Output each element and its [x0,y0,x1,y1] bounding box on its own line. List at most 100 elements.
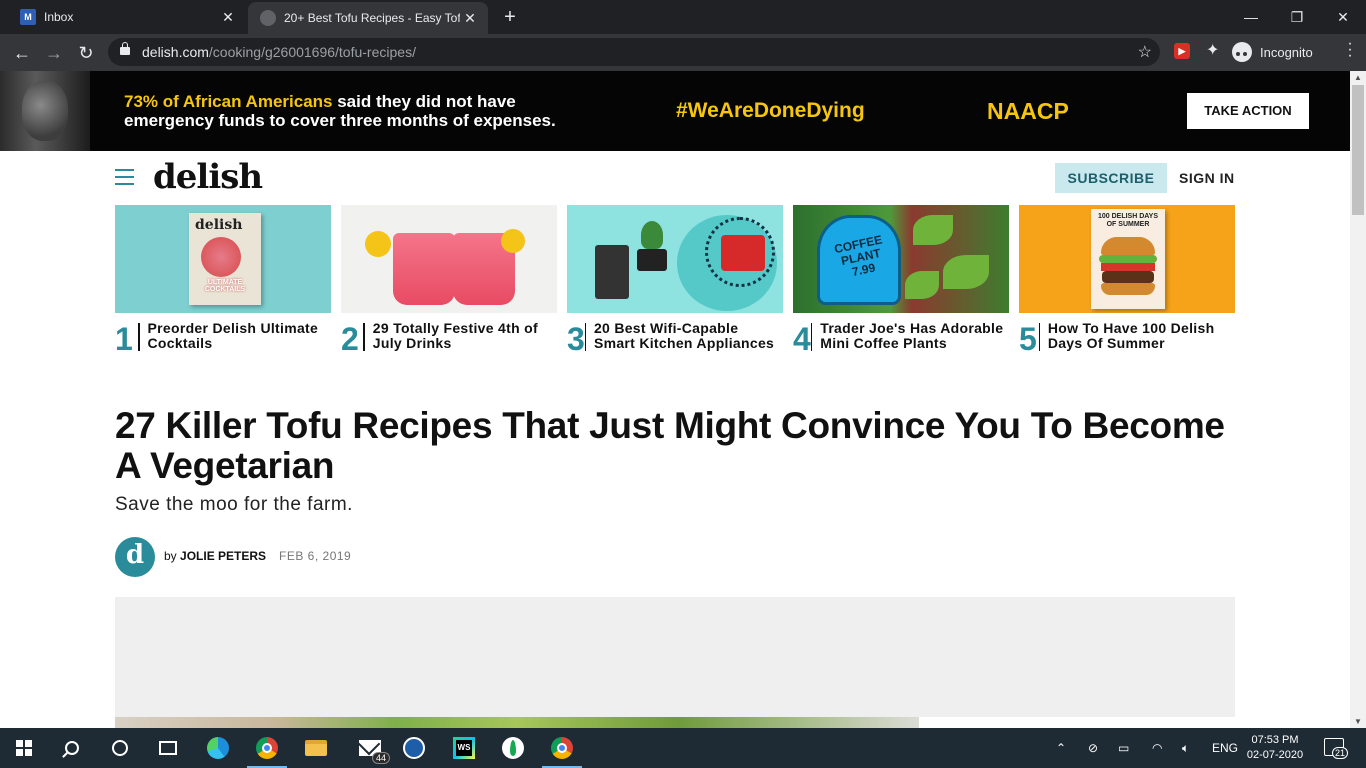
webstorm-button[interactable] [440,728,488,768]
windows-logo-icon [16,740,32,756]
forward-button[interactable]: → [40,39,68,67]
smart-appliances-image[interactable] [567,205,783,313]
clock-time: 07:53 PM [1251,734,1299,746]
webstorm-icon [453,737,475,759]
tab-strip: M Inbox ✕ 20+ Best Tofu Recipes - Easy T… [0,0,1366,34]
byline: by JOLIE PETERS [164,549,267,563]
article-dek: Save the moo for the farm. [115,494,353,515]
battery-icon[interactable]: ▭ [1118,728,1129,768]
ad-hashtag: #WeAreDoneDying [676,99,865,122]
trending-number: 1 [115,321,133,357]
network-error-icon[interactable]: ⊘ [1088,728,1098,768]
tab-inbox[interactable]: M Inbox ✕ [8,0,246,34]
notification-count: 21 [1332,747,1349,759]
mail-badge: 44 [371,752,390,764]
trending-number: 4 [793,321,811,357]
sign-in-link[interactable]: SIGN IN [1179,163,1235,193]
take-action-button[interactable]: TAKE ACTION [1187,93,1309,129]
page-scrollbar[interactable]: ▲ ▼ [1350,71,1366,728]
publish-date: FEB 6, 2019 [279,549,352,563]
language-indicator[interactable]: ENG [1212,728,1238,768]
profile-label: Incognito [1260,44,1313,60]
restore-button[interactable]: ❐ [1274,0,1320,34]
trending-number: 3 [567,321,585,357]
scrollbar-thumb[interactable] [1352,85,1364,215]
hamburger-menu-icon[interactable] [115,169,134,185]
search-button[interactable] [48,728,96,768]
close-window-button[interactable]: ✕ [1320,0,1366,34]
trending-title[interactable]: Trader Joe's Has Adorable Mini Coffee Pl… [820,321,1009,355]
author-avatar[interactable]: d [115,537,155,577]
close-tab-icon[interactable]: ✕ [218,9,238,26]
summer-magazine-image[interactable]: 100 DELISH DAYS OF SUMMER [1019,205,1235,313]
start-button[interactable] [0,728,48,768]
extension-icon[interactable]: ▶ [1174,43,1190,59]
chrome-icon [551,737,573,759]
hero-image [115,717,919,728]
bookmark-star-icon[interactable]: ☆ [1138,42,1152,62]
ad-portrait-image [0,71,90,151]
task-view-icon [159,741,177,755]
divider [584,323,586,351]
subscribe-button[interactable]: SUBSCRIBE [1055,163,1167,193]
chrome-taskbar-button[interactable] [243,728,291,768]
puzzle-extensions-icon[interactable]: ✦ [1206,40,1219,60]
sync-icon [403,737,425,759]
clock-date: 02-07-2020 [1246,749,1304,761]
tab-title: 20+ Best Tofu Recipes - Easy Tofu [284,11,460,25]
task-view-button[interactable] [144,728,192,768]
lock-icon[interactable] [120,42,130,56]
trending-card-5[interactable]: 100 DELISH DAYS OF SUMMER 5 How To Have … [1019,205,1235,355]
scroll-down-arrow-icon[interactable]: ▼ [1354,717,1362,726]
sync-app-button[interactable] [390,728,438,768]
trending-number: 5 [1019,321,1037,357]
incognito-profile-button[interactable]: Incognito [1232,40,1313,64]
ad-highlight: 73% of African Americans [124,92,333,111]
wifi-icon[interactable]: ◠ [1152,728,1162,768]
mongodb-icon [502,737,524,759]
system-clock[interactable]: 07:53 PM 02-07-2020 [1244,733,1306,763]
ad-banner[interactable]: 73% of African Americans said they did n… [0,71,1350,151]
reload-button[interactable]: ↻ [72,39,100,67]
show-hidden-icons-button[interactable]: ⌃ [1056,728,1066,768]
festive-drinks-image[interactable] [341,205,557,313]
tab-tofu-recipes[interactable]: 20+ Best Tofu Recipes - Easy Tofu ✕ [248,2,488,34]
coffee-plant-image[interactable]: COFFEE PLANT 7.99 [793,205,1009,313]
author-name[interactable]: JOLIE PETERS [180,549,266,563]
windows-taskbar: 44 ⌃ ⊘ ▭ ◠ 🔈︎ ENG [0,728,1366,768]
scroll-up-arrow-icon[interactable]: ▲ [1354,73,1362,82]
trending-card-4[interactable]: COFFEE PLANT 7.99 4 Trader Joe's Has Ado… [793,205,1009,355]
mongodb-compass-button[interactable] [489,728,537,768]
gmail-icon: M [20,9,36,25]
address-bar[interactable]: delish.com/cooking/g26001696/tofu-recipe… [108,38,1160,66]
volume-icon[interactable]: 🔈︎ [1182,728,1189,768]
browser-toolbar: ← → ↻ delish.com/cooking/g26001696/tofu-… [0,34,1366,71]
divider [363,323,365,351]
close-tab-icon[interactable]: ✕ [460,10,480,27]
divider [811,323,813,351]
trending-title[interactable]: 20 Best Wifi-Capable Smart Kitchen Appli… [594,321,783,355]
site-logo[interactable]: delish [153,157,263,197]
trending-title[interactable]: 29 Totally Festive 4th of July Drinks [373,321,557,355]
ad-sponsor-logo: NAACP [987,98,1069,124]
edge-taskbar-button[interactable] [194,728,242,768]
trending-card-2[interactable]: 2 29 Totally Festive 4th of July Drinks [341,205,557,355]
chrome-incognito-taskbar-button[interactable] [538,728,586,768]
trending-card-1[interactable]: delish ULTIMATE COCKTAILS 1 Preorder Deli… [115,205,331,355]
trending-number: 2 [341,321,359,357]
browser-menu-icon[interactable]: · · · [1345,36,1355,64]
url-text: delish.com/cooking/g26001696/tofu-recipe… [142,44,416,60]
file-explorer-button[interactable] [292,728,340,768]
trending-title[interactable]: Preorder Delish Ultimate Cocktails [148,321,332,355]
new-tab-button[interactable]: + [498,5,522,29]
minimize-button[interactable]: — [1228,0,1274,34]
cocktails-magazine-image[interactable]: delish ULTIMATE COCKTAILS [115,205,331,313]
trending-title[interactable]: How To Have 100 Delish Days Of Summer [1048,321,1235,355]
ad-placeholder [115,597,1235,717]
back-button[interactable]: ← [8,39,36,67]
edge-icon [207,737,229,759]
loading-icon [260,10,276,26]
cortana-button[interactable] [96,728,144,768]
trending-card-3[interactable]: 3 20 Best Wifi-Capable Smart Kitchen App… [567,205,783,355]
mail-button[interactable]: 44 [346,728,394,768]
